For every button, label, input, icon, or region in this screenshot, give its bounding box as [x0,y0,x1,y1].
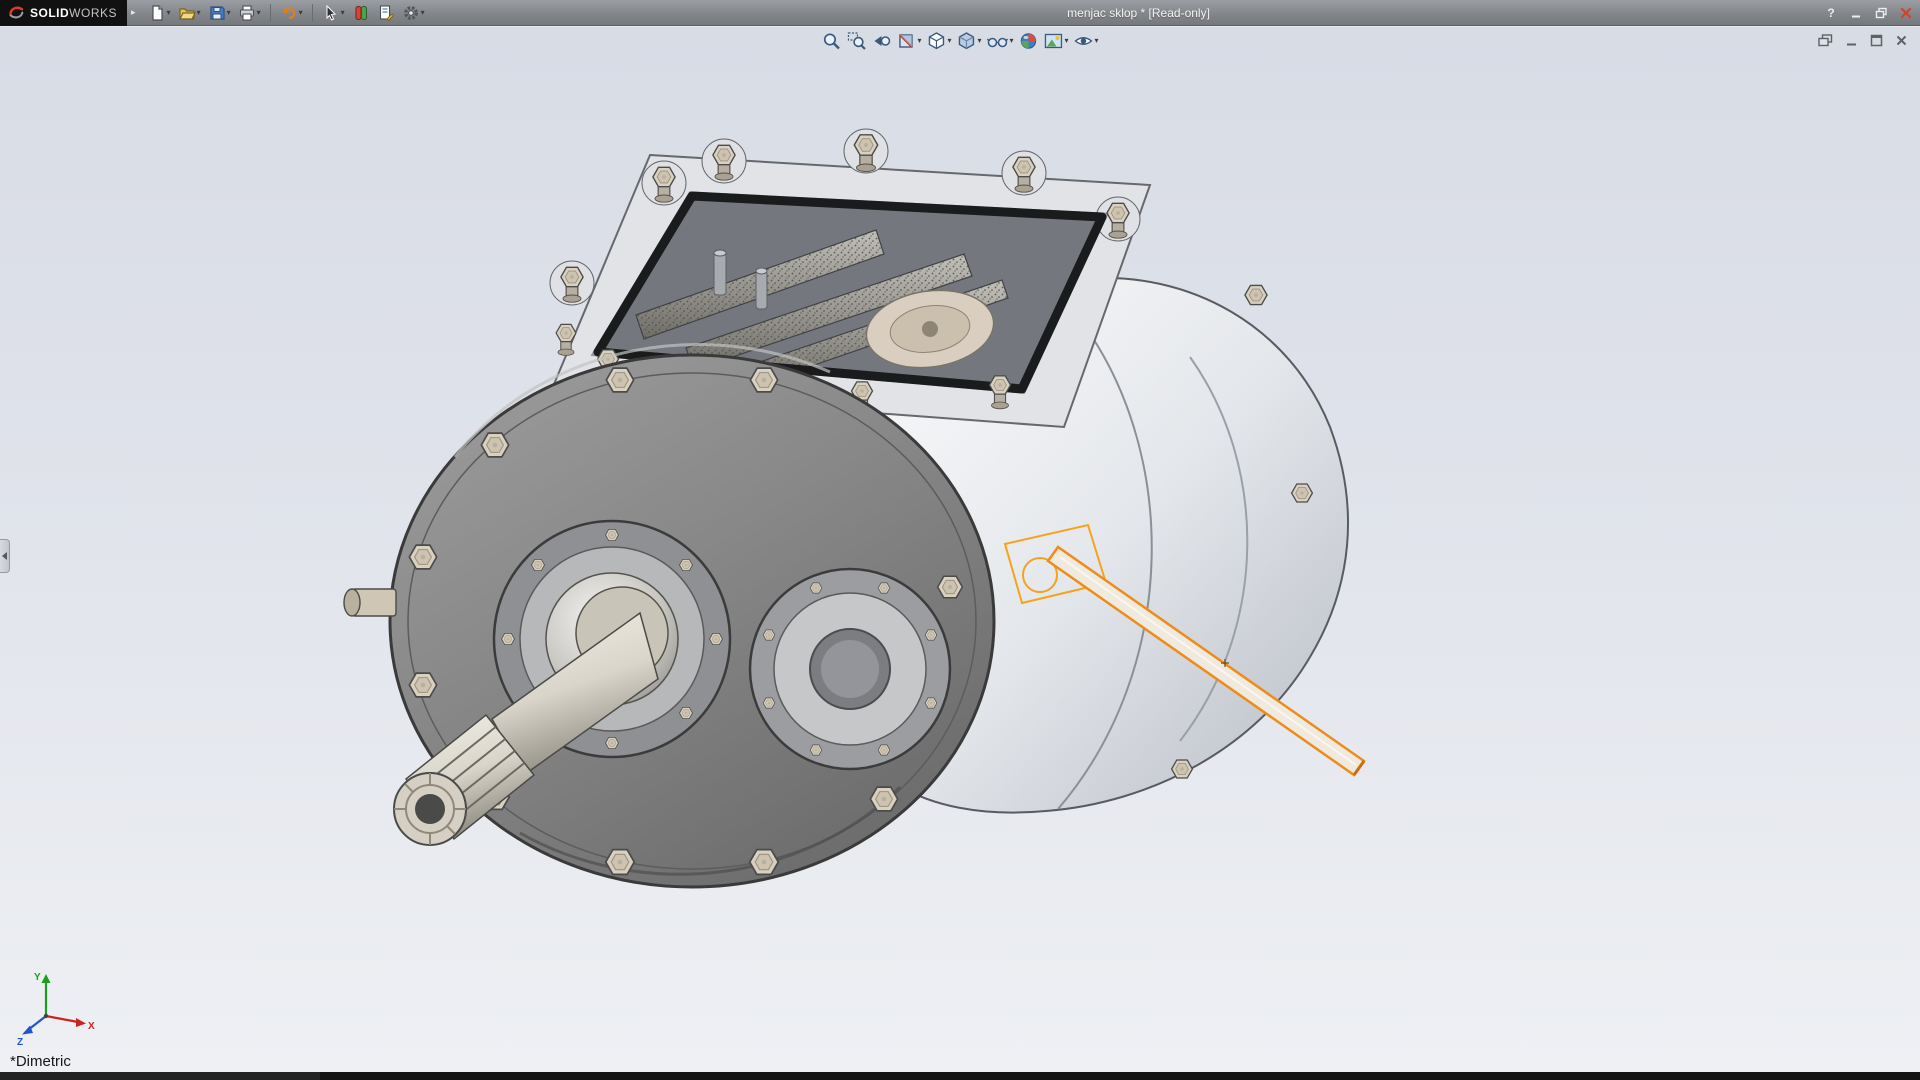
zoom-to-fit-button[interactable] [820,30,842,52]
dropdown-arrow-icon[interactable]: ▾ [197,9,201,17]
restore-document-button[interactable] [1870,34,1883,47]
rebuild-icon [352,4,370,22]
hide-show-glasses-icon [987,31,1009,51]
edit-appearance-sphere-icon [1019,31,1039,51]
dropdown-arrow-icon[interactable]: ▾ [1095,37,1099,45]
restore-icon [1875,7,1888,19]
heads-up-view-toolbar: ▾ ▾ ▾ ▾ [820,30,1099,52]
new-document-icon [148,4,166,22]
undo-icon [280,4,298,22]
dropdown-arrow-icon[interactable]: ▾ [917,37,921,45]
minimize-icon [1850,7,1862,19]
dropdown-arrow-icon[interactable]: ▾ [947,37,951,45]
collapse-arrow-icon [2,552,7,560]
menu-expand-arrow[interactable]: ▸ [131,7,136,18]
window-controls: ? [1823,0,1914,26]
taskbar-segment [0,1072,320,1080]
housing-bolt[interactable] [1245,285,1267,304]
housing-bolt[interactable] [1172,760,1193,778]
window-title: menjac sklop * [Read-only] [1067,0,1210,26]
titlebar: SOLIDWORKS ▸ ▾ ▾ ▾ [0,0,1920,26]
dropdown-arrow-icon[interactable]: ▾ [1010,37,1014,45]
select-button[interactable]: ▾ [320,3,347,23]
dropdown-arrow-icon[interactable]: ▾ [257,9,261,17]
section-view-icon [896,31,916,51]
dropdown-arrow-icon[interactable]: ▾ [299,9,303,17]
close-document-button[interactable] [1895,34,1908,47]
dropdown-arrow-icon[interactable]: ▾ [421,9,425,17]
options-button[interactable]: ▾ [400,3,427,23]
dropdown-arrow-icon[interactable]: ▾ [167,9,171,17]
view-settings-eye-icon [1074,31,1094,51]
file-properties-icon [377,4,395,22]
zoom-to-area-button[interactable] [845,30,867,52]
apply-scene-icon [1044,31,1064,51]
x-axis-label: X [88,1021,95,1032]
minimize-document-button[interactable] [1845,34,1858,47]
y-axis-label: Y [34,972,41,983]
view-orientation-label: *Dimetric [10,1053,71,1070]
zoom-to-fit-icon [821,31,841,51]
new-document-button[interactable]: ▾ [146,3,173,23]
cascade-icon [1818,34,1833,47]
toolbar-separator [312,4,313,22]
close-button[interactable] [1898,5,1914,21]
minimize-button[interactable] [1848,5,1864,21]
zoom-to-area-icon [846,31,866,51]
toolbar-separator [270,4,271,22]
section-view-button[interactable]: ▾ [895,30,922,52]
maximize-icon [1870,34,1883,47]
dropdown-arrow-icon[interactable]: ▾ [977,37,981,45]
view-settings-button[interactable]: ▾ [1073,30,1100,52]
previous-view-icon [871,31,891,51]
dropdown-arrow-icon[interactable]: ▾ [1065,37,1069,45]
dropdown-arrow-icon[interactable]: ▾ [341,9,345,17]
minimize-icon [1845,34,1858,47]
cascade-document-button[interactable] [1818,34,1833,47]
display-style-button[interactable]: ▾ [955,30,982,52]
open-document-button[interactable]: ▾ [176,3,203,23]
gearbox-model[interactable] [0,27,1920,1072]
help-button[interactable]: ? [1823,5,1839,21]
view-orientation-cube-icon [926,31,946,51]
close-icon [1900,7,1912,19]
rebuild-button[interactable] [350,3,372,23]
graphics-area[interactable]: ▾ ▾ ▾ ▾ [0,27,1920,1072]
featuremanager-splitter-handle[interactable] [0,539,10,573]
hide-show-items-button[interactable]: ▾ [986,30,1015,52]
open-document-icon [178,4,196,22]
housing-bolt[interactable] [1292,484,1313,502]
previous-view-button[interactable] [870,30,892,52]
taskbar-strip[interactable] [0,1072,1920,1080]
x-axis-arrow [76,1018,86,1027]
view-orientation-button[interactable]: ▾ [925,30,952,52]
print-button[interactable]: ▾ [236,3,263,23]
apply-scene-button[interactable]: ▾ [1043,30,1070,52]
file-properties-button[interactable] [375,3,397,23]
solidworks-window: SOLIDWORKS ▸ ▾ ▾ ▾ [0,0,1920,1080]
select-cursor-icon [322,4,340,22]
display-style-icon [956,31,976,51]
solidworks-logo[interactable]: SOLIDWORKS [0,0,127,26]
options-gear-icon [402,4,420,22]
edit-appearance-button[interactable] [1018,30,1040,52]
ds-logo-icon [8,4,25,21]
logo-text: SOLIDWORKS [30,6,117,20]
flange-side-bolt[interactable] [344,589,396,616]
dropdown-arrow-icon[interactable]: ▾ [227,9,231,17]
print-icon [238,4,256,22]
document-window-controls [1818,34,1908,47]
restore-button[interactable] [1873,5,1889,21]
z-axis-label: Z [17,1037,23,1046]
y-axis-arrow [42,974,51,983]
save-button[interactable]: ▾ [206,3,233,23]
output-cover-boss[interactable] [750,569,950,769]
save-icon [208,4,226,22]
orientation-triad: Y X Z [16,966,100,1046]
undo-button[interactable]: ▾ [278,3,305,23]
standard-toolbar: ▾ ▾ ▾ ▾ [146,3,427,23]
close-icon [1895,34,1908,47]
